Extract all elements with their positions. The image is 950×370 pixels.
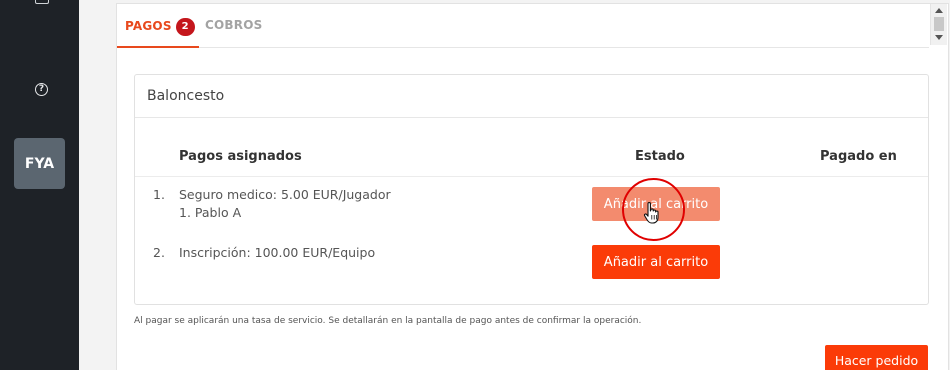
card-title: Baloncesto (135, 75, 928, 118)
payment-description: Seguro medico: 5.00 EUR/Jugador (179, 187, 391, 202)
help-icon[interactable]: ? (35, 83, 48, 96)
tab-cobros[interactable]: COBROS (205, 4, 262, 48)
row-number: 1. (153, 187, 165, 202)
scroll-up-arrow-icon[interactable] (935, 8, 943, 13)
place-order-button[interactable]: Hacer pedido (825, 345, 928, 370)
sidebar: ? FYA (0, 0, 79, 370)
payments-card: Baloncesto Pagos asignados Estado Pagado… (134, 74, 929, 305)
tab-pagos-label: PAGOS (125, 19, 172, 33)
payment-assignee: 1. Pablo A (179, 205, 242, 220)
service-fee-note: Al pagar se aplicarán una tasa de servic… (134, 316, 642, 326)
add-to-cart-button[interactable]: Añadir al carrito (592, 245, 720, 279)
column-header-pagos-asignados: Pagos asignados (179, 149, 302, 164)
avatar[interactable]: FYA (14, 138, 65, 189)
scroll-down-arrow-icon[interactable] (935, 35, 943, 40)
scroll-thumb[interactable] (934, 17, 944, 31)
tab-bar: PAGOS 2 COBROS (117, 4, 929, 48)
grid-icon[interactable] (35, 0, 49, 4)
column-header-pagado-en: Pagado en (820, 149, 897, 164)
tab-cobros-label: COBROS (205, 18, 263, 32)
scrollbar[interactable] (930, 4, 947, 45)
pagos-count-badge: 2 (175, 18, 195, 36)
tab-pagos[interactable]: PAGOS 2 (117, 4, 199, 48)
main-panel: PAGOS 2 COBROS Baloncesto Pagos asignados… (116, 3, 949, 370)
column-header-estado: Estado (635, 149, 685, 164)
payment-description: Inscripción: 100.00 EUR/Equipo (179, 245, 376, 260)
hand-pointer-cursor-icon (643, 201, 659, 224)
header-divider (135, 176, 928, 177)
row-number: 2. (153, 245, 165, 260)
